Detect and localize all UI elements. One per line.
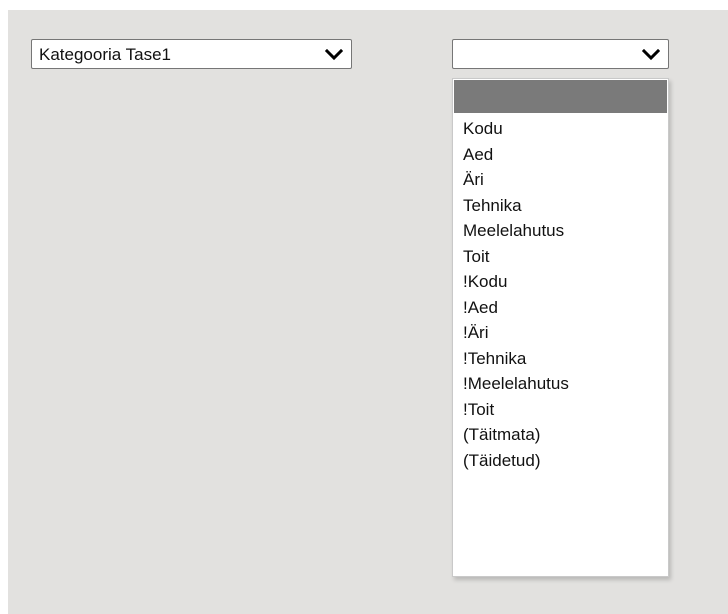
category-level-select-value: Kategooria Tase1 [39,45,172,64]
dropdown-option[interactable]: Kodu [453,116,668,142]
dropdown-option[interactable]: (Täidetud) [453,448,668,474]
dropdown-option[interactable]: Äri [453,167,668,193]
category-value-select[interactable] [452,39,669,69]
dropdown-option[interactable]: (Täitmata) [453,422,668,448]
dropdown-option[interactable]: Meelelahutus [453,218,668,244]
dropdown-option[interactable]: Toit [453,244,668,270]
dropdown-option[interactable]: !Meelelahutus [453,371,668,397]
dropdown-option[interactable]: !Toit [453,397,668,423]
dropdown-option[interactable]: !Äri [453,320,668,346]
dropdown-option[interactable]: Aed [453,142,668,168]
dropdown-option[interactable]: !Aed [453,295,668,321]
chevron-down-icon [325,49,343,61]
chevron-down-icon [642,49,660,61]
dropdown-option[interactable]: !Kodu [453,269,668,295]
category-level-select[interactable]: Kategooria Tase1 [31,39,352,69]
dropdown-option[interactable]: Tehnika [453,193,668,219]
dropdown-option-blank[interactable] [454,80,667,113]
dropdown-option[interactable]: !Tehnika [453,346,668,372]
category-value-dropdown-list: Kodu Aed Äri Tehnika Meelelahutus Toit !… [452,78,669,577]
